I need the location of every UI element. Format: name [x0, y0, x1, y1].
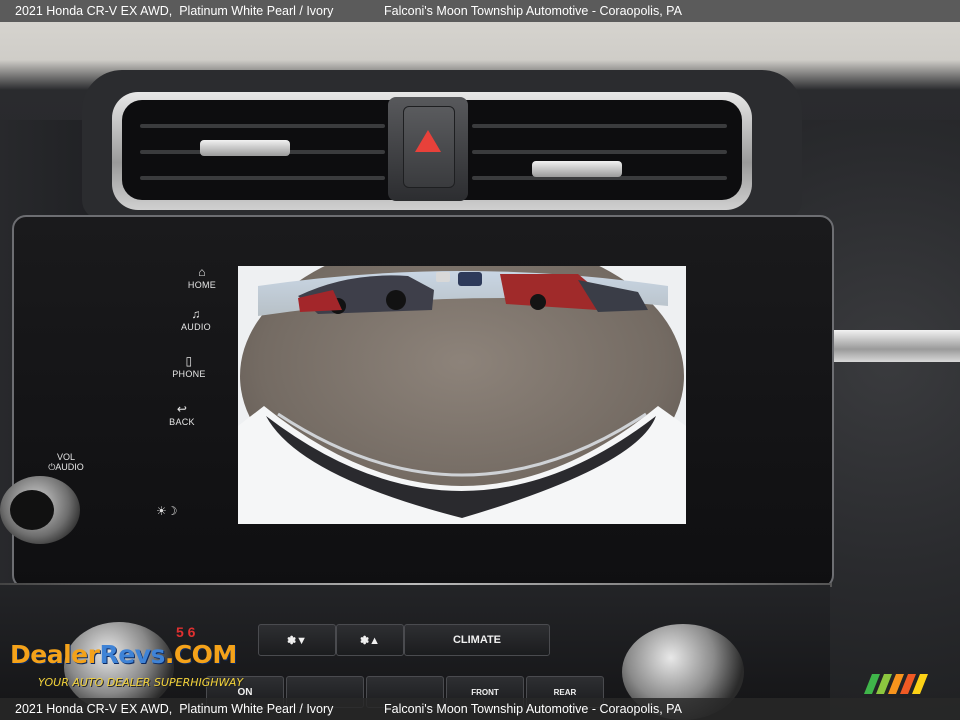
brightness-button[interactable]: ☀☽: [156, 504, 178, 518]
vent-adjust-tab[interactable]: [200, 140, 290, 156]
fan-speed-up-button[interactable]: ✽▲: [336, 624, 404, 656]
vehicle-caption: 2021 Honda CR-V EX AWD, Platinum White P…: [15, 4, 334, 18]
vent-slat: [140, 176, 385, 180]
dealerrevs-watermark: DealerRevs.COM YOUR AUTO DEALER SUPERHIG…: [10, 640, 270, 696]
back-button[interactable]: ↩ BACK: [152, 402, 212, 428]
audio-button[interactable]: ♫ AUDIO: [166, 307, 226, 333]
power-audio-text: ⏻AUDIO: [48, 462, 84, 472]
watermark-tagline: YOUR AUTO DEALER SUPERHIGHWAY: [38, 676, 244, 689]
rear-camera-view: [238, 266, 686, 524]
home-label: HOME: [187, 280, 217, 290]
touchscreen[interactable]: [238, 266, 686, 524]
color-stripes-logo: [864, 674, 928, 694]
vent-slat: [472, 124, 727, 128]
phone-icon: ▯: [185, 354, 193, 368]
hazard-triangle-icon: [415, 130, 441, 152]
top-caption-bar: 2021 Honda CR-V EX AWD, Platinum White P…: [0, 0, 960, 22]
vent-slat: [140, 124, 385, 128]
vent-adjust-tab[interactable]: [532, 161, 622, 177]
dealer-caption: Falconi's Moon Township Automotive - Cor…: [384, 702, 682, 716]
vol-text: VOL: [56, 452, 75, 462]
music-note-icon: ♫: [191, 307, 201, 321]
volume-label: VOL ⏻AUDIO: [36, 452, 96, 473]
back-label: BACK: [169, 417, 195, 427]
temperature-marks: 5 6: [176, 624, 196, 640]
home-icon: ⌂: [198, 265, 206, 279]
audio-label: AUDIO: [180, 322, 211, 332]
dashboard-photo: ⌂ HOME ♫ AUDIO ▯ PHONE ↩ BACK VOL ⏻AUDIO…: [0, 0, 960, 720]
dealer-caption: Falconi's Moon Township Automotive - Cor…: [384, 4, 682, 18]
home-button[interactable]: ⌂ HOME: [172, 265, 232, 291]
phone-button[interactable]: ▯ PHONE: [159, 354, 219, 380]
climate-button[interactable]: CLIMATE: [404, 624, 550, 656]
vent-slat: [472, 150, 727, 154]
phone-label: PHONE: [172, 369, 206, 379]
back-arrow-icon: ↩: [176, 402, 188, 416]
volume-knob-center: [10, 490, 54, 530]
watermark-logo: DealerRevs.COM: [10, 640, 237, 669]
bottom-caption-bar: 2021 Honda CR-V EX AWD, Platinum White P…: [0, 698, 960, 720]
vehicle-caption: 2021 Honda CR-V EX AWD, Platinum White P…: [15, 702, 334, 716]
